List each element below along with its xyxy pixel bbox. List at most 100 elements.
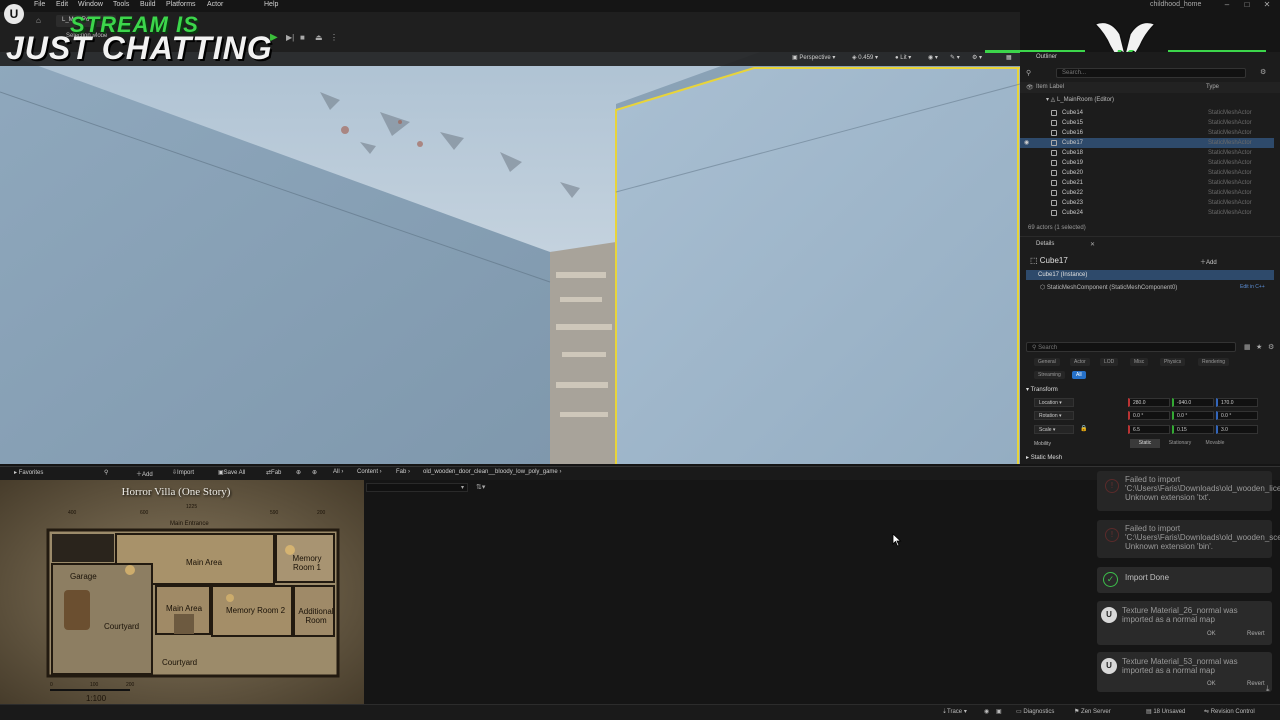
- rotation-z[interactable]: 0.0 °: [1216, 411, 1258, 420]
- outliner-row[interactable]: Cube18 StaticMeshActor: [1020, 148, 1274, 158]
- mobility-movable[interactable]: Movable: [1200, 439, 1230, 448]
- lit-mode-button[interactable]: ● Lit ▾: [895, 54, 911, 64]
- trace-button[interactable]: ⇣Trace ▾: [942, 708, 967, 715]
- scale-x[interactable]: 6.5: [1128, 425, 1170, 434]
- home-icon[interactable]: ⌂: [36, 16, 41, 25]
- revision-control-button[interactable]: ⇋ Revision Control: [1204, 708, 1255, 715]
- minimize-icon[interactable]: –: [1220, 0, 1234, 9]
- transform-tools-icon[interactable]: ✎ ▾: [950, 54, 960, 64]
- menu-window[interactable]: Window: [78, 1, 103, 8]
- details-tab-rendering[interactable]: Rendering: [1198, 358, 1230, 366]
- fov-readout[interactable]: ◈ 0.459 ▾: [852, 54, 878, 64]
- step-icon[interactable]: ▶|: [286, 33, 294, 42]
- actor-name-field[interactable]: ⬚ Cube17: [1030, 256, 1068, 265]
- sort-icon[interactable]: ⇅▾: [476, 483, 485, 491]
- menu-build[interactable]: Build: [140, 1, 156, 8]
- details-tab-general[interactable]: General: [1034, 358, 1060, 366]
- import-button[interactable]: ⇩Import: [172, 469, 194, 476]
- menu-tools[interactable]: Tools: [113, 1, 129, 8]
- col-item-label[interactable]: Item Label: [1036, 84, 1064, 90]
- outliner-row[interactable]: Cube15 StaticMeshActor: [1020, 118, 1274, 128]
- mobility-static[interactable]: Static: [1130, 439, 1160, 448]
- save-all-button[interactable]: ▣Save All: [218, 469, 245, 476]
- breadcrumb-all[interactable]: All ›: [333, 469, 343, 475]
- details-tab-physics[interactable]: Physics: [1160, 358, 1186, 366]
- filter-icon[interactable]: ⚲: [1026, 69, 1031, 77]
- unreal-logo[interactable]: U: [4, 4, 24, 24]
- filter-dropdown[interactable]: ▾: [366, 483, 468, 492]
- favorites-search-icon[interactable]: ⚲: [104, 469, 108, 476]
- level-viewport[interactable]: [0, 52, 1020, 464]
- rotation-y[interactable]: 0.0 °: [1172, 411, 1214, 420]
- revert-button[interactable]: Revert: [1247, 681, 1265, 687]
- details-tab-all[interactable]: All: [1072, 371, 1086, 379]
- outliner-row[interactable]: Cube24 StaticMeshActor: [1020, 208, 1274, 218]
- col-type[interactable]: Type: [1206, 84, 1219, 90]
- show-icon[interactable]: ◉ ▾: [928, 54, 938, 64]
- outliner-row[interactable]: Cube20 StaticMeshActor: [1020, 168, 1274, 178]
- breadcrumb-content[interactable]: Content ›: [357, 469, 382, 475]
- details-tab-misc[interactable]: Misc: [1130, 358, 1149, 366]
- favorites-toggle[interactable]: ▸ Favorites: [14, 469, 43, 476]
- outliner-row[interactable]: Cube14 StaticMeshActor: [1020, 108, 1274, 118]
- tab-outliner[interactable]: Outliner: [1036, 54, 1057, 60]
- download-icon[interactable]: ⤓: [1266, 684, 1270, 694]
- more-options-icon[interactable]: ⋮: [330, 33, 338, 42]
- menu-edit[interactable]: Edit: [56, 1, 68, 8]
- perspective-button[interactable]: ▣ Perspective ▾: [792, 54, 835, 64]
- location-dropdown[interactable]: Location ▾: [1034, 398, 1074, 407]
- add-button[interactable]: ＋Add: [136, 469, 153, 478]
- tab-details[interactable]: Details: [1036, 241, 1054, 247]
- zen-server-button[interactable]: ⚑ Zen Server: [1074, 708, 1111, 715]
- instance-row[interactable]: Cube17 (Instance): [1026, 270, 1274, 280]
- eye-icon[interactable]: 👁: [1026, 84, 1034, 91]
- scale-y[interactable]: 0.15: [1172, 425, 1214, 434]
- settings-icon[interactable]: ⚙: [1260, 68, 1266, 76]
- mobility-stationary[interactable]: Stationary: [1162, 439, 1198, 448]
- outliner-row[interactable]: Cube23 StaticMeshActor: [1020, 198, 1274, 208]
- menu-platforms[interactable]: Platforms: [166, 1, 196, 8]
- details-tab-lod[interactable]: LOD: [1100, 358, 1119, 366]
- star-icon[interactable]: ★: [1256, 343, 1262, 351]
- component-row[interactable]: ⬡ StaticMeshComponent (StaticMeshCompone…: [1040, 284, 1177, 291]
- close-details-icon[interactable]: ✕: [1090, 241, 1095, 248]
- layout-icon[interactable]: ▦: [1006, 54, 1012, 64]
- gear-icon[interactable]: ⚙ ▾: [972, 54, 982, 64]
- history-forward-icon[interactable]: ⊕: [312, 469, 317, 476]
- breadcrumb-folder[interactable]: old_wooden_door_clean__bloody_low_poly_g…: [423, 469, 561, 475]
- revert-button[interactable]: Revert: [1247, 631, 1265, 637]
- details-search-input[interactable]: ⚲ Search: [1026, 342, 1236, 352]
- close-icon[interactable]: ✕: [1260, 0, 1274, 9]
- eject-icon[interactable]: ⏏: [315, 33, 323, 42]
- details-tab-streaming[interactable]: Streaming: [1034, 371, 1065, 379]
- add-component-button[interactable]: ＋Add: [1200, 257, 1217, 266]
- scale-dropdown[interactable]: Scale ▾: [1034, 425, 1074, 434]
- scale-z[interactable]: 3.0: [1216, 425, 1258, 434]
- outliner-row[interactable]: Cube22 StaticMeshActor: [1020, 188, 1274, 198]
- stop-icon[interactable]: ■: [300, 33, 305, 42]
- menu-file[interactable]: File: [34, 1, 45, 8]
- location-z[interactable]: 170.0: [1216, 398, 1258, 407]
- location-y[interactable]: -940.0: [1172, 398, 1214, 407]
- outliner-search-input[interactable]: Search...: [1056, 68, 1246, 78]
- section-static-mesh[interactable]: ▸ Static Mesh: [1026, 454, 1062, 461]
- section-transform[interactable]: ▾ Transform: [1026, 386, 1058, 393]
- rotation-x[interactable]: 0.0 °: [1128, 411, 1170, 420]
- ok-button[interactable]: OK: [1207, 631, 1216, 637]
- visibility-eye-icon[interactable]: ◉: [1024, 139, 1029, 146]
- details-tab-actor[interactable]: Actor: [1070, 358, 1090, 366]
- breadcrumb-fab[interactable]: Fab ›: [396, 469, 410, 475]
- rotation-dropdown[interactable]: Rotation ▾: [1034, 411, 1074, 420]
- menu-actor[interactable]: Actor: [207, 1, 223, 8]
- edit-cpp-link[interactable]: Edit in C++: [1240, 284, 1265, 290]
- outliner-row[interactable]: Cube19 StaticMeshActor: [1020, 158, 1274, 168]
- outliner-row[interactable]: ◉ Cube17 StaticMeshActor: [1020, 138, 1274, 148]
- record-icon[interactable]: ◉: [984, 708, 989, 715]
- outliner-row[interactable]: Cube21 StaticMeshActor: [1020, 178, 1274, 188]
- outliner-root-level[interactable]: ▾ ◬ L_MainRoom (Editor): [1046, 96, 1114, 103]
- unsaved-button[interactable]: ▤ 18 Unsaved: [1146, 708, 1185, 715]
- ok-button[interactable]: OK: [1207, 681, 1216, 687]
- details-settings-icon[interactable]: ⚙: [1268, 343, 1274, 351]
- maximize-icon[interactable]: □: [1240, 0, 1254, 9]
- history-back-icon[interactable]: ⊕: [296, 469, 301, 476]
